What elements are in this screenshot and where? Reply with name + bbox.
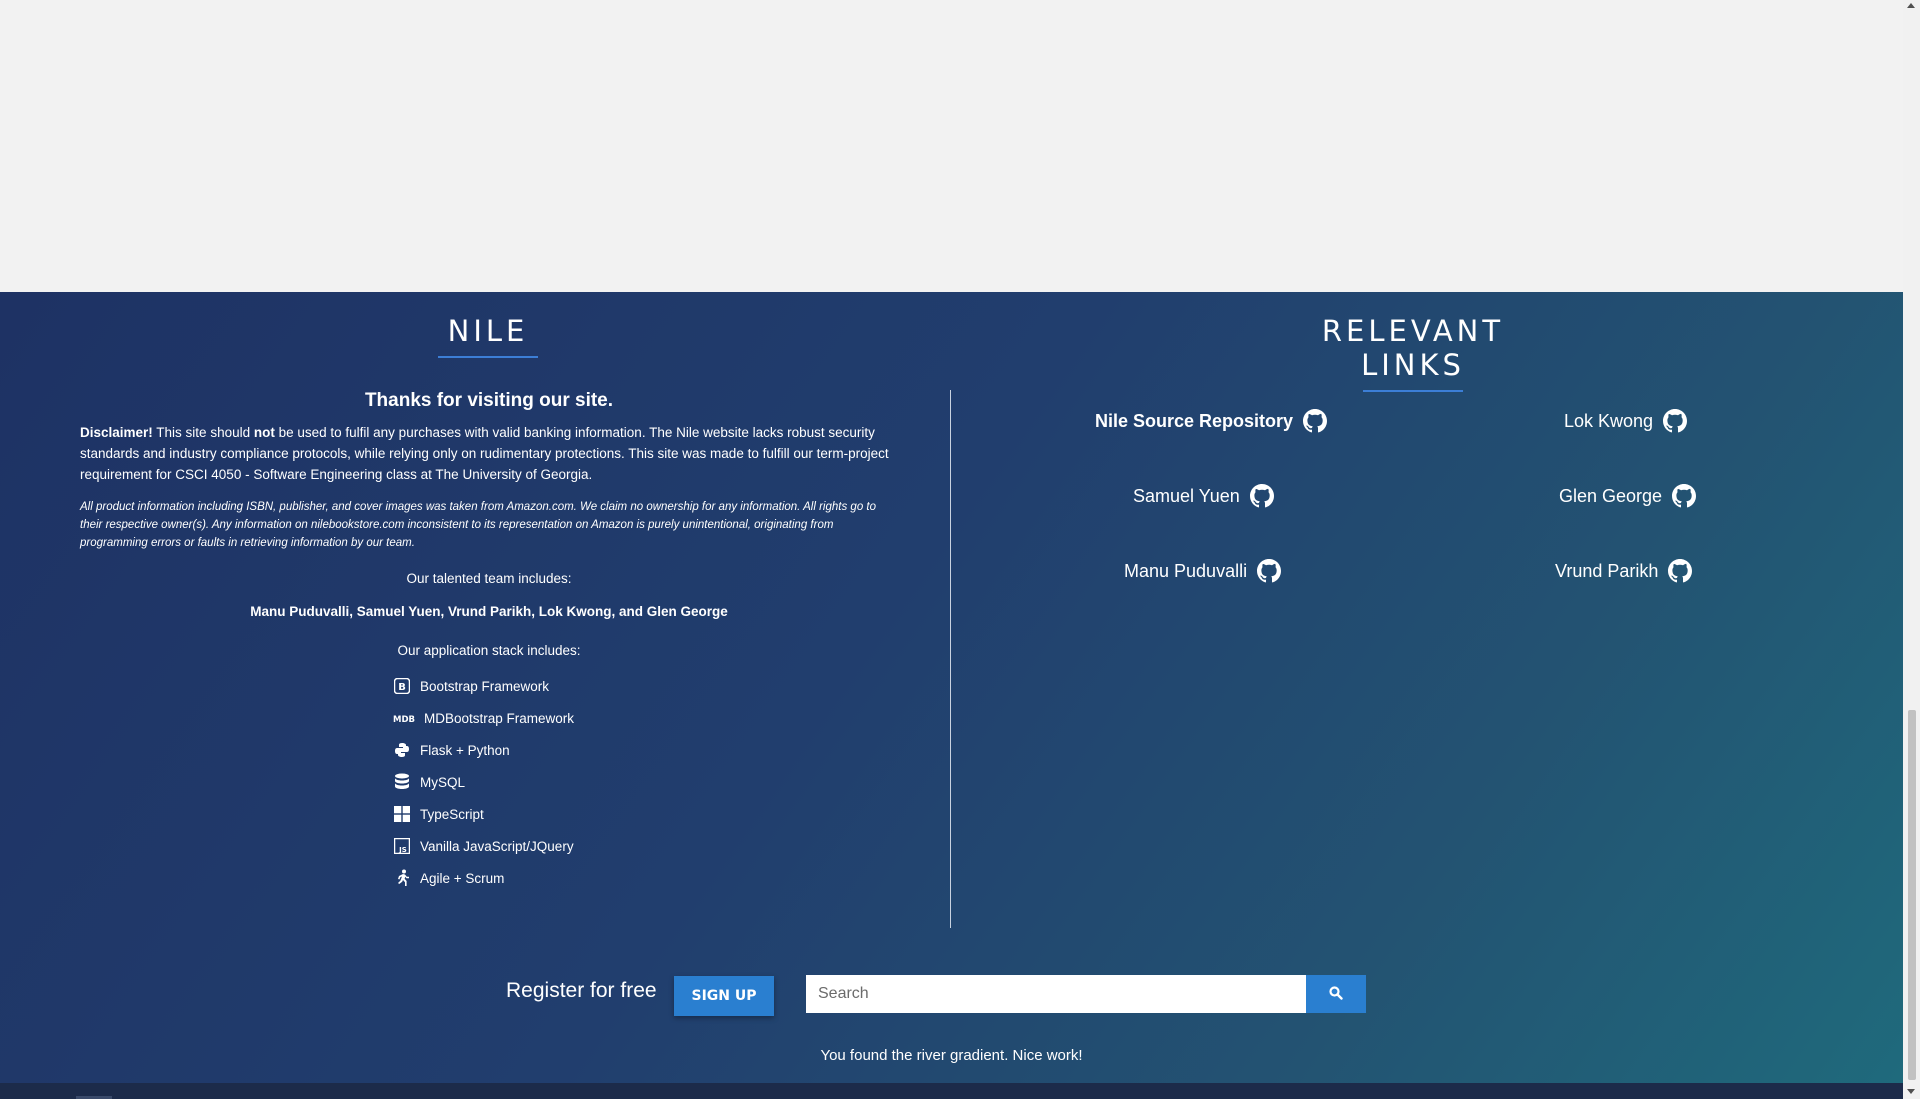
heading-underline — [1363, 390, 1463, 392]
link-samuel-yuen[interactable]: Samuel Yuen — [1133, 484, 1274, 508]
stack-intro: Our application stack includes: — [397, 643, 581, 658]
stack-item-label: Flask + Python — [420, 742, 510, 758]
link-label: Samuel Yuen — [1133, 485, 1240, 506]
link-label: Manu Puduvalli — [1124, 560, 1248, 581]
link-glen-george[interactable]: Glen George — [1559, 484, 1697, 508]
disclaimer-label: Disclaimer! — [80, 425, 153, 440]
search-button[interactable] — [1306, 975, 1366, 1013]
python-icon — [393, 741, 411, 759]
register-label: Register for free — [506, 979, 657, 1002]
scroll-down-arrow-icon[interactable] — [1907, 1089, 1915, 1094]
link-label: Lok Kwong — [1564, 410, 1654, 431]
team-names: Manu Puduvalli, Samuel Yuen, Vrund Parik… — [250, 604, 728, 619]
relevant-links-heading: RELEVANT LINKS — [1290, 314, 1536, 392]
nile-heading-text: NILE — [447, 314, 529, 348]
stack-item-label: Bootstrap Framework — [420, 678, 550, 694]
windows-icon — [393, 805, 411, 823]
github-icon — [1672, 484, 1697, 508]
site-footer: NILE RELEVANT LINKS Thanks for visiting … — [0, 292, 1903, 1083]
github-icon — [1249, 484, 1274, 508]
search-icon — [1329, 985, 1343, 1003]
about-section: Thanks for visiting our site. Disclaimer… — [80, 390, 898, 894]
link-vrund-parikh[interactable]: Vrund Parikh — [1555, 559, 1693, 583]
stack-item: TypeScript — [393, 798, 898, 830]
disclaimer-text: Disclaimer! This site should not be used… — [80, 422, 898, 485]
team-intro: Our talented team includes: — [406, 571, 572, 586]
page-content-area — [0, 0, 1903, 292]
footer-bottom-strip — [0, 1083, 1903, 1099]
thanks-heading: Thanks for visiting our site. — [364, 390, 614, 411]
stack-item-label: MDBootstrap Framework — [424, 710, 575, 726]
stack-item-label: MySQL — [420, 774, 466, 790]
svg-text:B: B — [398, 682, 406, 693]
database-icon — [393, 773, 411, 791]
gradient-note: You found the river gradient. Nice work! — [820, 1047, 1083, 1064]
stack-item-label: Agile + Scrum — [420, 870, 505, 886]
credits-text: All product information including ISBN, … — [80, 501, 876, 549]
bootstrap-icon: B — [393, 677, 411, 695]
stack-item: MySQL — [393, 766, 898, 798]
nile-heading: NILE — [438, 314, 538, 358]
link-lok-kwong[interactable]: Lok Kwong — [1564, 409, 1688, 433]
scroll-up-arrow-icon[interactable] — [1907, 3, 1915, 8]
column-divider — [950, 390, 951, 928]
sign-up-button[interactable]: SIGN UP — [674, 976, 774, 1016]
disclaimer-not: not — [253, 425, 275, 440]
github-icon — [1668, 559, 1693, 583]
search-input[interactable] — [806, 975, 1306, 1013]
link-nile-source-repository[interactable]: Nile Source Repository — [1095, 409, 1328, 433]
disclaimer-part1: This site should — [152, 425, 254, 440]
link-label: Vrund Parikh — [1555, 560, 1659, 581]
relevant-links-heading-text: RELEVANT LINKS — [1321, 314, 1505, 382]
js-icon: JS — [393, 837, 411, 855]
stack-item: Agile + Scrum — [393, 862, 898, 894]
stack-item: MDB MDBootstrap Framework — [393, 702, 898, 734]
stack-item: JS Vanilla JavaScript/JQuery — [393, 830, 898, 862]
link-label: Glen George — [1559, 485, 1663, 506]
vertical-scrollbar[interactable] — [1903, 0, 1920, 1099]
github-icon — [1303, 409, 1328, 433]
link-manu-puduvalli[interactable]: Manu Puduvalli — [1124, 559, 1282, 583]
github-icon — [1663, 409, 1688, 433]
stack-list: B Bootstrap Framework MDB MDBootstrap Fr… — [393, 670, 898, 894]
heading-underline — [438, 356, 538, 358]
stack-item-label: Vanilla JavaScript/JQuery — [420, 838, 574, 854]
scrollbar-thumb[interactable] — [1908, 710, 1916, 1080]
stack-item-label: TypeScript — [420, 806, 484, 822]
github-icon — [1257, 559, 1282, 583]
stack-item: Flask + Python — [393, 734, 898, 766]
mdb-icon: MDB — [393, 709, 415, 727]
svg-text:JS: JS — [398, 846, 407, 854]
running-icon — [393, 869, 411, 887]
svg-text:MDB: MDB — [393, 715, 415, 723]
link-label: Nile Source Repository — [1095, 410, 1294, 431]
stack-item: B Bootstrap Framework — [393, 670, 898, 702]
